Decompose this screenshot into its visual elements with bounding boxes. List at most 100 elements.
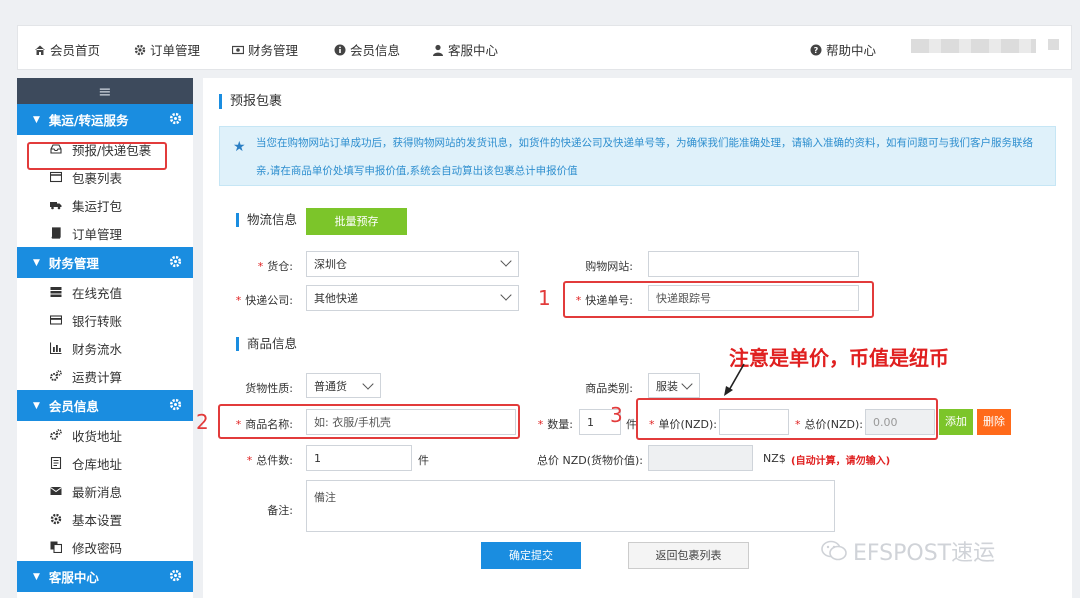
sidebar-item-freight-calc[interactable]: 运费计算 (17, 362, 193, 390)
section-goods-title: 商品信息 (236, 337, 297, 351)
courier-label: * 快递公司: (235, 294, 293, 307)
sidebar-group-service[interactable]: ▼ 客服中心 (17, 561, 193, 592)
user-menu-blurred (1048, 39, 1059, 50)
nav-service[interactable]: 客服中心 (432, 40, 498, 59)
total-pieces-input[interactable]: 1 (306, 445, 412, 471)
nav-finance[interactable]: 财务管理 (232, 40, 298, 59)
annotation-note: 注意是单价，币值是纽币 (729, 346, 949, 370)
courier-select[interactable]: 其他快递 (306, 285, 519, 311)
sidebar-item-label: 收货地址 (72, 428, 123, 444)
goods-category-select[interactable]: 服装 (648, 373, 700, 398)
sidebar-item-bank-transfer[interactable]: 银行转账 (17, 306, 193, 334)
user-icon (433, 44, 443, 56)
section-logistics-title: 物流信息 (236, 213, 297, 227)
copy-icon (50, 541, 62, 553)
sidebar-item-label: 运费计算 (72, 369, 123, 385)
sidebar-item-label: 财务流水 (72, 341, 123, 357)
sidebar-item-orders[interactable]: 订单管理 (17, 219, 193, 247)
bar-chart-icon (50, 342, 62, 354)
gear-icon[interactable] (169, 569, 182, 582)
shopping-site-input[interactable] (648, 251, 859, 277)
nav-orders-label: 订单管理 (150, 43, 201, 58)
sidebar-item-address[interactable]: 收货地址 (17, 421, 193, 449)
sidebar-item-messages[interactable]: 最新消息 (17, 477, 193, 505)
nav-service-label: 客服中心 (448, 43, 499, 58)
page-title: 预报包裹 (219, 94, 282, 109)
username-blurred (911, 39, 1036, 53)
goods-nature-label: 货物性质: (245, 382, 293, 395)
goods-total-input[interactable] (648, 445, 753, 471)
info-icon (334, 44, 346, 55)
sidebar-group-shipping[interactable]: ▼ 集运/转运服务 (17, 104, 193, 135)
shopping-site-label: 购物网站: (585, 260, 633, 273)
caret-down-icon: ▼ (33, 571, 40, 582)
back-to-list-button[interactable]: 返回包裹列表 (628, 542, 749, 569)
nav-orders[interactable]: 订单管理 (134, 40, 200, 59)
goods-nature-select[interactable]: 普通货 (306, 373, 381, 398)
gear-icon[interactable] (169, 112, 182, 125)
nav-home-label: 会员首页 (50, 43, 101, 58)
nav-member-label: 会员信息 (350, 43, 401, 58)
gears-icon (50, 429, 62, 440)
remark-textarea[interactable]: 備注 (306, 480, 835, 532)
caret-down-icon: ▼ (33, 114, 40, 125)
annotation-arrow-icon (724, 363, 745, 396)
credit-card-icon (50, 315, 62, 325)
sidebar-item-label: 订单管理 (72, 226, 123, 242)
remark-label: 备注: (267, 504, 293, 517)
sidebar-group-label: 会员信息 (48, 399, 99, 414)
goods-total-label: 总价 NZD(货物价值): (536, 454, 643, 467)
gear-icon (50, 513, 62, 525)
sidebar-group-label: 财务管理 (48, 256, 99, 271)
gear-icon[interactable] (169, 255, 182, 268)
sidebar-item-label: 银行转账 (72, 313, 123, 329)
sidebar-toggle[interactable]: ≡ (17, 78, 193, 104)
sidebar-item-packing[interactable]: 集运打包 (17, 191, 193, 219)
gear-icon (134, 44, 146, 55)
help-icon: ? (810, 44, 822, 55)
sidebar-item-settings[interactable]: 基本设置 (17, 505, 193, 533)
delete-item-button[interactable]: 删除 (977, 409, 1011, 435)
nav-finance-label: 财务管理 (248, 43, 299, 58)
sidebar-item-label: 包裹列表 (72, 170, 123, 186)
sidebar-item-recharge[interactable]: 在线充值 (17, 278, 193, 306)
add-item-button[interactable]: 添加 (939, 409, 973, 435)
sidebar-item-warehouse-address[interactable]: 仓库地址 (17, 449, 193, 477)
sidebar-group-label: 客服中心 (48, 570, 99, 585)
nav-member[interactable]: 会员信息 (334, 40, 400, 59)
nav-home[interactable]: 会员首页 (34, 40, 100, 59)
watermark-text: EFSPOST速运 (853, 541, 996, 566)
server-icon (50, 287, 62, 297)
chevron-down-icon (681, 378, 693, 390)
warehouse-label: * 货仓: (257, 260, 293, 273)
book-icon (51, 227, 61, 239)
goods-category-label: 商品类别: (585, 382, 633, 395)
annotation-number-3: 3 (610, 403, 623, 427)
sidebar-item-label: 在线充值 (72, 285, 123, 301)
caret-down-icon: ▼ (33, 257, 40, 268)
annotation-box-price (636, 398, 938, 440)
envelope-icon (50, 487, 62, 495)
sidebar-item-label: 最新消息 (72, 484, 123, 500)
annotation-box-goods-name (218, 404, 520, 439)
notice-line2: 亲,请在商品单价处填写申报价值,系统会自动算出该包裹总计申报价值 (256, 165, 578, 177)
sidebar-item-label: 修改密码 (72, 540, 123, 556)
nav-help-label: 帮助中心 (826, 43, 877, 58)
sidebar-item-change-password[interactable]: 修改密码 (17, 533, 193, 561)
batch-forecast-button[interactable]: 批量预存 (306, 208, 407, 235)
gears-icon (50, 370, 62, 381)
warehouse-select[interactable]: 深圳仓 (306, 251, 519, 277)
submit-button[interactable]: 确定提交 (481, 542, 581, 569)
document-icon (50, 457, 62, 469)
sidebar-item-ledger[interactable]: 财务流水 (17, 334, 193, 362)
sidebar-group-finance[interactable]: ▼ 财务管理 (17, 247, 193, 278)
menu-icon: ≡ (98, 81, 112, 101)
notice-line1: 当您在购物网站订单成功后，获得购物网站的发货讯息，如货件的快递公司及快递单号等，… (256, 137, 1033, 149)
sidebar-group-member[interactable]: ▼ 会员信息 (17, 390, 193, 421)
chevron-down-icon (500, 289, 512, 301)
quantity-label: * 数量: (537, 418, 573, 431)
nav-help[interactable]: ? 帮助中心 (810, 40, 876, 59)
wechat-icon (821, 540, 847, 561)
currency-unit: NZ$ (763, 452, 786, 465)
gear-icon[interactable] (169, 398, 182, 411)
